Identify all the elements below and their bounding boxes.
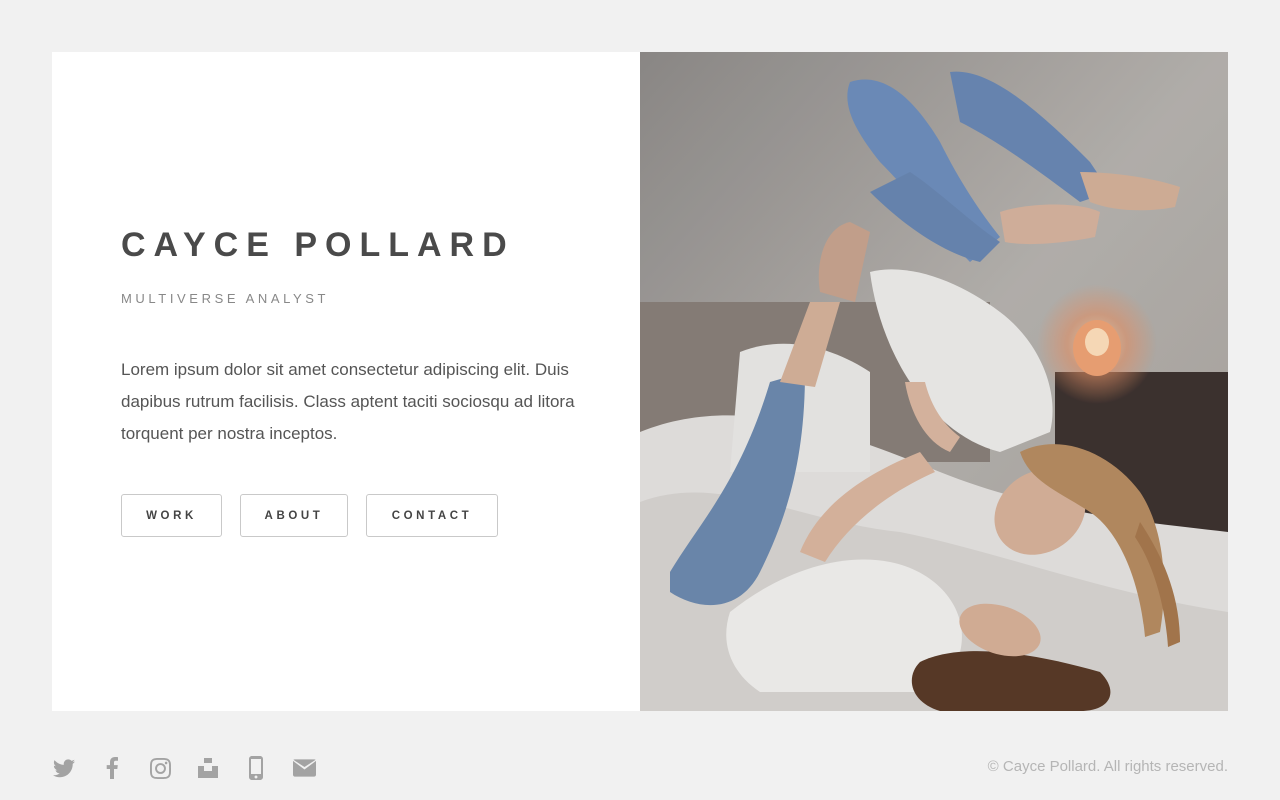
photo-illustration [640,52,1228,711]
about-button[interactable]: ABOUT [240,494,348,537]
intro-panel: CAYCE POLLARD MULTIVERSE ANALYST Lorem i… [52,52,640,711]
work-button[interactable]: WORK [121,494,222,537]
mail-icon[interactable] [292,756,316,780]
nav-buttons: WORK ABOUT CONTACT [121,494,498,537]
profile-name: CAYCE POLLARD [121,226,515,264]
facebook-icon[interactable] [100,756,124,780]
social-links [52,756,340,780]
profile-title: MULTIVERSE ANALYST [121,291,330,306]
hero-photo [640,52,1228,711]
twitter-icon[interactable] [52,756,76,780]
copyright-text: © Cayce Pollard. All rights reserved. [987,758,1228,775]
profile-card: CAYCE POLLARD MULTIVERSE ANALYST Lorem i… [52,52,1228,711]
contact-button[interactable]: CONTACT [366,494,498,537]
instagram-icon[interactable] [148,756,172,780]
unsplash-icon[interactable] [196,756,220,780]
profile-bio: Lorem ipsum dolor sit amet consectetur a… [121,360,575,443]
phone-icon[interactable] [244,756,268,780]
